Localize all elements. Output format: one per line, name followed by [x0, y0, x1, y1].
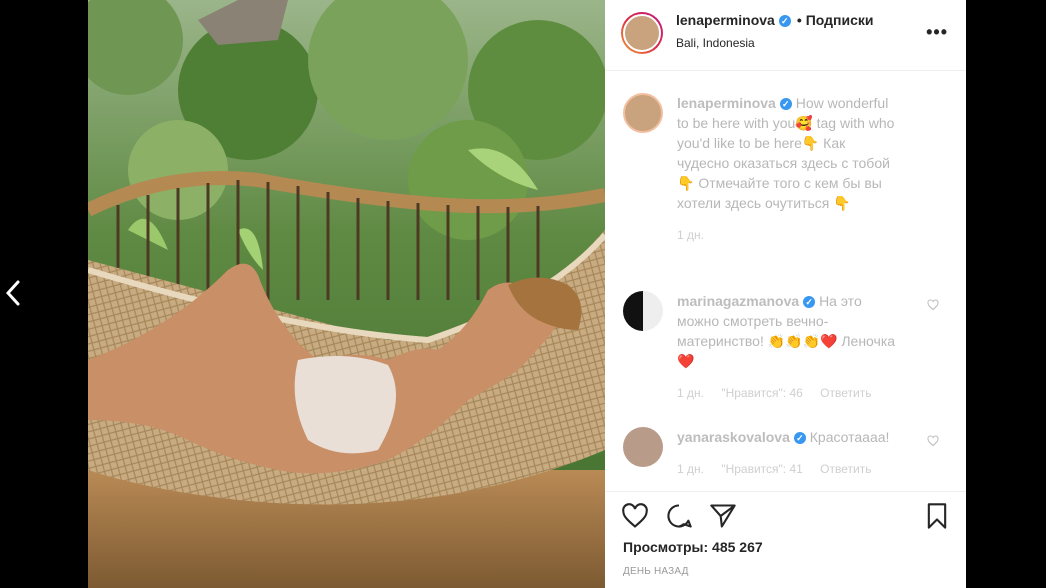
comment-time[interactable]: 1 дн.: [677, 386, 704, 400]
comment-reply-button[interactable]: Ответить: [820, 386, 871, 400]
comment-icon[interactable]: [665, 502, 693, 530]
post-actions-bar: Просмотры: 485 267 день назад: [605, 491, 966, 588]
more-options-icon[interactable]: •••: [926, 22, 948, 43]
comment-time[interactable]: 1 дн.: [677, 462, 704, 476]
comment-avatar[interactable]: [623, 291, 663, 331]
post-media[interactable]: [88, 0, 605, 588]
comment-likes[interactable]: "Нравится": 41: [721, 462, 803, 476]
comment-like-icon[interactable]: [927, 299, 939, 311]
comment-item: yanaraskovalova ✓ Красотаааа! 1 дн. "Нрав…: [623, 427, 953, 479]
verified-badge-icon: ✓: [779, 98, 792, 110]
post-location[interactable]: Bali, Indonesia: [676, 36, 755, 50]
verified-badge-icon: ✓: [793, 432, 806, 444]
comment-username[interactable]: marinagazmanova: [677, 293, 799, 309]
author-username[interactable]: lenaperminova: [676, 12, 775, 28]
post-header: lenaperminova ✓ • Подписки Bali, Indonesia …: [605, 0, 966, 71]
post-timestamp[interactable]: день назад: [623, 566, 689, 577]
post-side-panel: lenaperminova ✓ • Подписки Bali, Indonesia …: [605, 0, 966, 588]
chevron-left-icon: [6, 280, 20, 306]
author-avatar[interactable]: [621, 12, 663, 54]
comments-list[interactable]: lenaperminova ✓ How wonderful to be here …: [605, 71, 966, 491]
verified-badge-icon: ✓: [778, 15, 791, 27]
comment-like-icon[interactable]: [927, 435, 939, 447]
bookmark-icon[interactable]: [923, 502, 951, 530]
comment-reply-button[interactable]: Ответить: [820, 462, 871, 476]
comment-text: Красотаааа!: [809, 429, 890, 445]
verified-badge-icon: ✓: [803, 296, 816, 308]
views-count[interactable]: Просмотры: 485 267: [623, 539, 763, 555]
separator-dot: •: [796, 12, 802, 28]
heart-icon[interactable]: [621, 502, 649, 530]
comment-item: marinagazmanova ✓ На это можно смотреть в…: [623, 291, 953, 403]
caption-avatar[interactable]: [623, 93, 663, 133]
comment-avatar[interactable]: [623, 427, 663, 467]
caption-username[interactable]: lenaperminova: [677, 95, 776, 111]
share-icon[interactable]: [709, 502, 737, 530]
comment-username[interactable]: yanaraskovalova: [677, 429, 790, 445]
caption-time[interactable]: 1 дн.: [677, 228, 704, 242]
previous-post-button[interactable]: [0, 270, 26, 316]
following-button[interactable]: Подписки: [806, 12, 874, 28]
caption-text: How wonderful to be here with you🥰 tag w…: [677, 95, 895, 211]
post-photo: [88, 0, 605, 588]
comment-likes[interactable]: "Нравится": 46: [721, 386, 803, 400]
caption-item: lenaperminova ✓ How wonderful to be here …: [623, 93, 953, 245]
